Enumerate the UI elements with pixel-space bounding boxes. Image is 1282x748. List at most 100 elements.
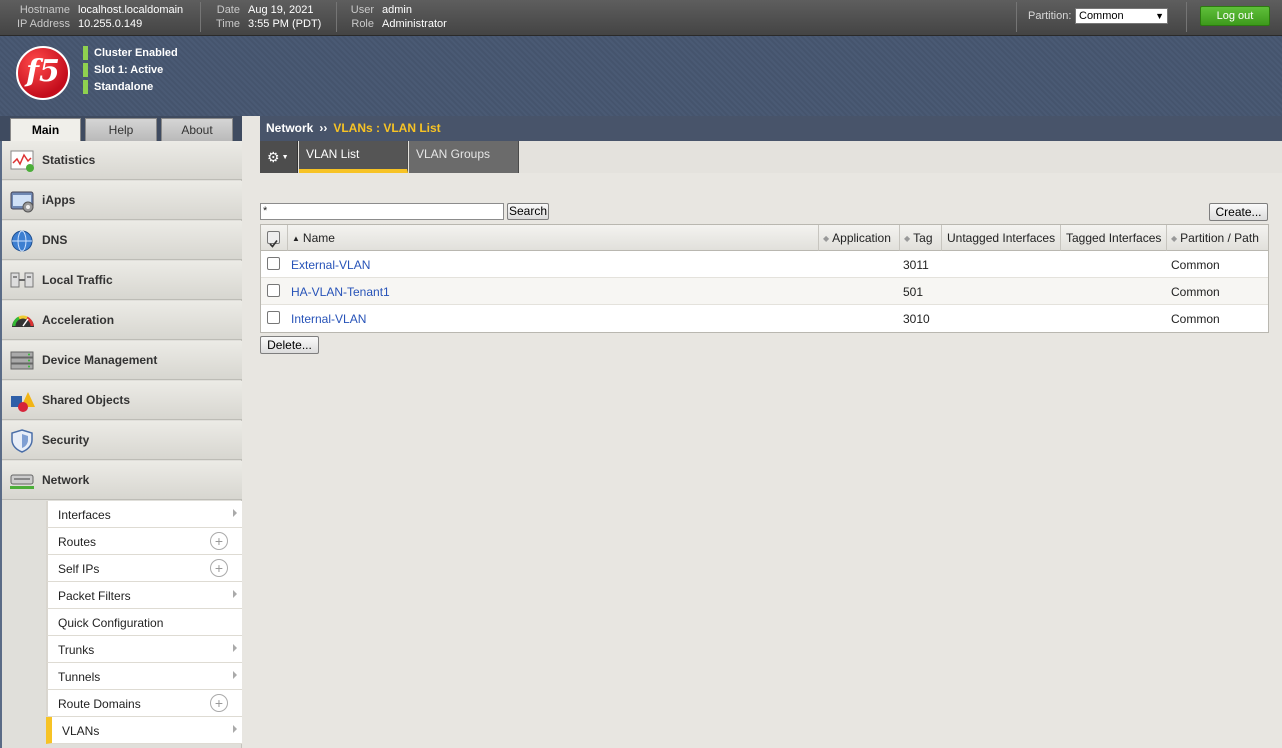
role-value: Administrator <box>382 18 447 30</box>
add-self-ip-icon[interactable]: + <box>210 559 228 577</box>
vlan-name-link[interactable]: HA-VLAN-Tenant1 <box>291 285 390 299</box>
gear-icon: ⚙ <box>267 149 280 165</box>
submenu-label: Trunks <box>58 643 95 657</box>
column-header-tag[interactable]: ◆ Tag <box>900 225 942 251</box>
host-info: Hostname localhost.localdomain IP Address… <box>12 3 183 31</box>
tab-vlan-list[interactable]: VLAN List <box>299 141 408 173</box>
cell-partition: Common <box>1171 285 1220 299</box>
submenu-tunnels[interactable]: Tunnels <box>46 663 242 690</box>
cell-tag: 3011 <box>903 258 929 272</box>
submenu-trunks[interactable]: Trunks <box>46 636 242 663</box>
sidebar-item-label: DNS <box>42 233 68 247</box>
sidebar-item-security[interactable]: Security <box>2 421 242 460</box>
tab-vlan-groups[interactable]: VLAN Groups <box>409 141 519 173</box>
top-status-bar: Hostname localhost.localdomain IP Address… <box>0 0 1282 36</box>
gear-menu-button[interactable]: ⚙ ▼ <box>260 141 298 173</box>
role-label: Role <box>351 18 374 30</box>
table-row: HA-VLAN-Tenant1 501 Common <box>261 278 1268 305</box>
chevron-right-icon <box>233 644 237 652</box>
select-all-checkbox[interactable] <box>267 231 280 248</box>
sidebar-item-label: iApps <box>42 193 76 207</box>
sidebar-item-shared-objects[interactable]: Shared Objects <box>2 381 242 420</box>
sidebar-item-acceleration[interactable]: Acceleration <box>2 301 242 340</box>
submenu-label: VLANs <box>62 724 100 738</box>
table-row: Internal-VLAN 3010 Common <box>261 305 1268 332</box>
sidebar-item-statistics[interactable]: Statistics <box>2 141 242 180</box>
column-header-label: Partition / Path <box>1180 231 1259 245</box>
sidebar-item-dns[interactable]: DNS <box>2 221 242 260</box>
row-checkbox[interactable] <box>267 311 280 324</box>
tab-main[interactable]: Main <box>10 118 81 143</box>
submenu-label: Routes <box>58 535 97 549</box>
delete-button[interactable]: Delete... <box>260 336 319 354</box>
create-button[interactable]: Create... <box>1209 203 1268 221</box>
submenu-vlans[interactable]: VLANs <box>46 717 242 744</box>
breadcrumb: Network ›› VLANs : VLAN List <box>260 116 1282 141</box>
time-label: Time <box>215 18 240 30</box>
sidebar-item-label: Device Management <box>42 353 158 367</box>
column-header-application[interactable]: ◆ Application <box>819 225 900 251</box>
column-header-label: Tagged Interfaces <box>1066 231 1162 245</box>
submenu-label: Self IPs <box>58 562 100 576</box>
device-management-icon <box>10 351 34 370</box>
submenu-self-ips[interactable]: Self IPs + <box>46 555 242 582</box>
sidebar-tabs: Main Help About <box>0 116 242 143</box>
chevron-right-icon <box>233 725 237 733</box>
cell-partition: Common <box>1171 258 1220 272</box>
column-header-untagged-interfaces[interactable]: Untagged Interfaces <box>942 225 1061 251</box>
add-route-icon[interactable]: + <box>210 532 228 550</box>
column-header-tagged-interfaces[interactable]: Tagged Interfaces <box>1061 225 1167 251</box>
search-input[interactable]: * <box>260 203 504 220</box>
row-checkbox[interactable] <box>267 257 280 270</box>
partition-value: Common <box>1079 10 1124 22</box>
table-row: External-VLAN 3011 Common <box>261 251 1268 278</box>
logout-button[interactable]: Log out <box>1200 6 1270 26</box>
submenu-route-domains[interactable]: Route Domains + <box>46 690 242 717</box>
sidebar-item-local-traffic[interactable]: Local Traffic <box>2 261 242 300</box>
user-value: admin <box>382 4 412 16</box>
submenu-packet-filters[interactable]: Packet Filters <box>46 582 242 609</box>
vlan-name-link[interactable]: External-VLAN <box>291 258 370 272</box>
submenu-label: Route Domains <box>58 697 141 711</box>
acceleration-gauge-icon <box>12 315 34 327</box>
sidebar-item-label: Network <box>42 473 90 487</box>
breadcrumb-root[interactable]: Network <box>266 121 313 135</box>
vlan-name-link[interactable]: Internal-VLAN <box>291 312 366 326</box>
partition-select[interactable]: Common ▼ <box>1075 8 1168 24</box>
column-header-label: Untagged Interfaces <box>947 231 1056 245</box>
date-label: Date <box>216 4 240 16</box>
submenu-label: Packet Filters <box>58 589 131 603</box>
check-icon <box>269 240 278 248</box>
sidebar-item-label: Statistics <box>42 153 96 167</box>
column-header-name[interactable]: ▲ Name <box>288 225 819 251</box>
column-header-partition-path[interactable]: ◆ Partition / Path <box>1167 225 1268 251</box>
sidebar-item-iapps[interactable]: iApps <box>2 181 242 220</box>
submenu-routes[interactable]: Routes + <box>46 528 242 555</box>
tab-about[interactable]: About <box>161 118 233 142</box>
sub-navigation: ⚙ ▼ VLAN List VLAN Groups <box>260 141 1282 173</box>
add-route-domain-icon[interactable]: + <box>210 694 228 712</box>
sidebar-item-device-management[interactable]: Device Management <box>2 341 242 380</box>
submenu-label: Tunnels <box>58 670 101 684</box>
sidebar-item-network[interactable]: Network <box>2 461 242 500</box>
column-header-label: Name <box>302 231 335 245</box>
statistics-icon <box>10 150 34 172</box>
submenu-interfaces[interactable]: Interfaces <box>46 501 242 528</box>
submenu-quick-configuration[interactable]: Quick Configuration <box>46 609 242 636</box>
column-header-label: Application <box>832 231 891 245</box>
status-standalone: Standalone <box>83 80 153 94</box>
user-info: User admin Role Administrator <box>344 3 447 31</box>
hostname-label: Hostname <box>19 4 70 16</box>
tab-help[interactable]: Help <box>85 118 157 142</box>
chevron-down-icon: ▼ <box>1155 11 1164 21</box>
row-checkbox[interactable] <box>267 284 280 297</box>
shared-objects-icon <box>11 392 35 412</box>
divider <box>200 2 201 32</box>
user-label: User <box>350 4 374 16</box>
submenu-label: Interfaces <box>58 508 111 522</box>
time-value: 3:55 PM (PDT) <box>248 18 322 30</box>
search-button[interactable]: Search <box>507 203 549 220</box>
sort-ascending-icon: ▲ <box>292 234 300 243</box>
hostname-value: localhost.localdomain <box>78 4 184 16</box>
chevron-right-icon <box>233 509 237 517</box>
